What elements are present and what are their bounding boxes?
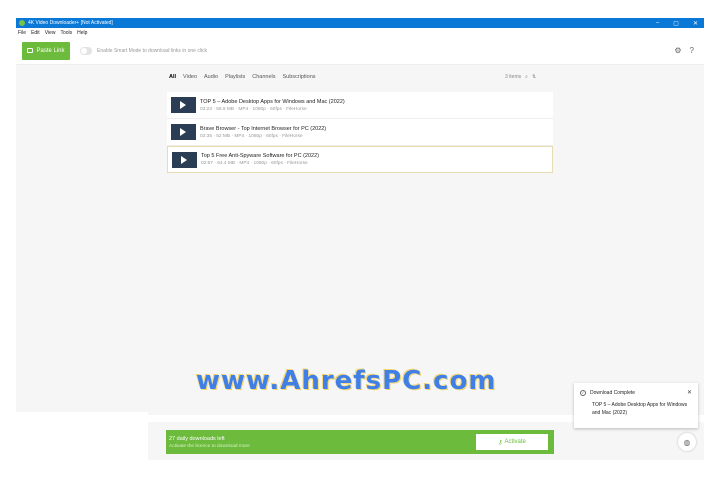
smart-mode-text: Enable Smart Mode to download links in o… (97, 47, 208, 54)
item-meta: 03:23 · 58.6 MB · MP4 · 1080p · 60fps · … (200, 106, 307, 112)
list-item[interactable]: TOP 5 – Adobe Desktop Apps for Windows a… (167, 92, 553, 119)
smart-mode-toggle[interactable] (80, 46, 92, 55)
toolbar: Paste Link Enable Smart Mode to download… (16, 37, 704, 65)
paste-link-icon (27, 48, 34, 53)
menu-help[interactable]: Help (77, 30, 87, 36)
toolbar-right-icons: ⚙ ? (674, 46, 704, 55)
download-complete-toast: ✓ Download Complete ✕ TOP 5 – Adobe Desk… (574, 383, 698, 428)
window-title: 4K Video Downloader+ [Not Activated] (28, 20, 113, 26)
tab-audio[interactable]: Audio (204, 74, 218, 80)
gear-icon[interactable]: ⚙ (674, 46, 681, 55)
maximize-button[interactable]: ▢ (673, 20, 679, 27)
list-item[interactable]: Top 5 Free Anti-Spyware Software for PC … (167, 146, 553, 173)
minimize-button[interactable]: – (656, 20, 659, 27)
toast-body: TOP 5 – Adobe Desktop Apps for Windows a… (592, 402, 688, 416)
activation-banner: 27 daily downloads left Activate the lic… (166, 430, 554, 454)
search-icon[interactable]: ⌕ (525, 74, 528, 80)
toast-title: Download Complete (590, 389, 636, 396)
paste-link-label: Paste Link (36, 47, 65, 54)
tab-channels[interactable]: Channels (252, 74, 275, 80)
sort-icon[interactable]: ⇅ (532, 74, 536, 80)
video-thumbnail (172, 151, 197, 168)
app-logo-icon (19, 20, 25, 26)
downloads-left-text: 27 daily downloads left (169, 435, 225, 442)
item-meta: 02:35 · 52 MB · MP4 · 1080p · 60fps · Fi… (200, 133, 303, 139)
item-title: Brave Browser - Top Internet Browser for… (200, 125, 327, 132)
menu-edit[interactable]: Edit (31, 30, 40, 36)
items-info: 3 items ⌕ ⇅ (505, 74, 536, 80)
tab-video[interactable]: Video (183, 74, 197, 80)
activate-label: Activate (504, 439, 526, 445)
activate-button[interactable]: ⚷ Activate (476, 434, 548, 450)
item-title: Top 5 Free Anti-Spyware Software for PC … (201, 153, 319, 159)
title-bar: 4K Video Downloader+ [Not Activated] – ▢… (16, 18, 704, 28)
watermark: www.AhrefsPC.com (196, 366, 497, 396)
activate-hint-text: Activate the licence to download more (169, 443, 250, 449)
video-thumbnail (171, 124, 196, 140)
close-button[interactable]: ✕ (693, 20, 698, 27)
help-icon[interactable]: ? (690, 46, 694, 55)
items-count: 3 items (505, 74, 522, 80)
check-icon: ✓ (580, 389, 586, 396)
menu-view[interactable]: View (45, 30, 56, 36)
item-meta: 02:57 · 64.4 MB · MP4 · 1080p · 60fps · … (201, 161, 308, 166)
key-icon: ⚷ (498, 439, 503, 446)
globe-icon[interactable]: ◍ (678, 433, 696, 451)
downloads-list: TOP 5 – Adobe Desktop Apps for Windows a… (167, 92, 553, 173)
bottom-left-panel (16, 412, 148, 460)
close-icon[interactable]: ✕ (687, 389, 692, 396)
menu-file[interactable]: File (18, 30, 26, 36)
item-title: TOP 5 – Adobe Desktop Apps for Windows a… (200, 98, 345, 105)
list-item[interactable]: Brave Browser - Top Internet Browser for… (167, 119, 553, 146)
tab-playlists[interactable]: Playlists (225, 74, 245, 80)
tab-all[interactable]: All (169, 74, 176, 80)
menu-tools[interactable]: Tools (60, 30, 72, 36)
window-controls: – ▢ ✕ (656, 20, 704, 27)
video-thumbnail (171, 97, 196, 113)
paste-link-button[interactable]: Paste Link (22, 41, 70, 60)
tab-subscriptions[interactable]: Subscriptions (283, 74, 316, 80)
menu-bar: File Edit View Tools Help (16, 28, 704, 37)
filter-tabs: All Video Audio Playlists Channels Subsc… (169, 74, 316, 80)
